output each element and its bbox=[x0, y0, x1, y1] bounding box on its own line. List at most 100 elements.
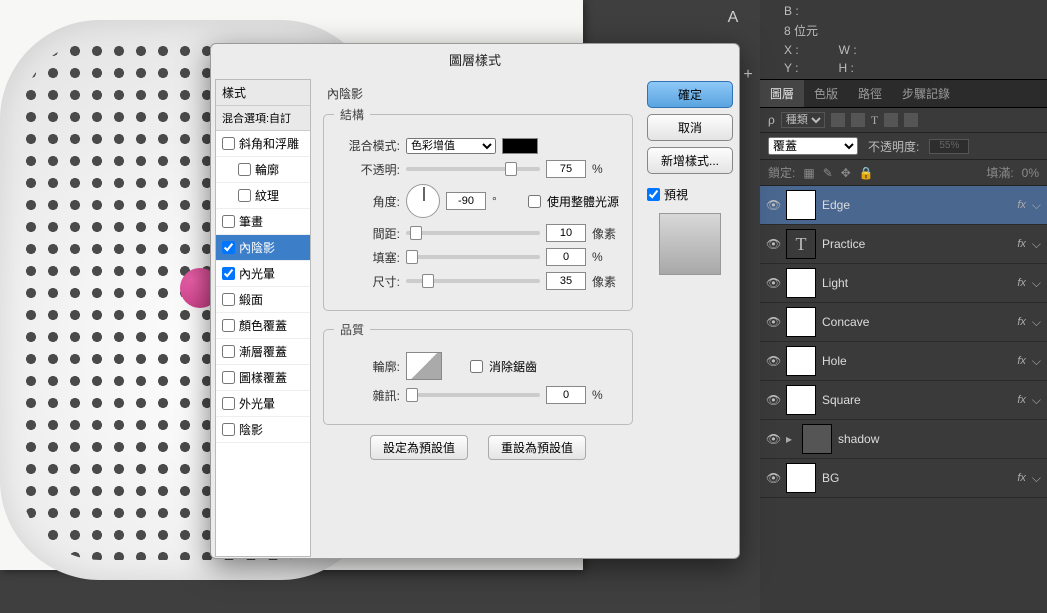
style-checkbox[interactable] bbox=[238, 163, 251, 176]
style-item-9[interactable]: 圖樣覆蓋 bbox=[216, 365, 310, 391]
dialog-title: 圖層樣式 bbox=[211, 44, 739, 75]
size-input[interactable] bbox=[546, 272, 586, 290]
layer-row[interactable]: 👁▸shadow bbox=[760, 420, 1047, 459]
noise-label: 雜訊: bbox=[334, 387, 400, 404]
layer-thumbnail bbox=[786, 385, 816, 415]
layer-filter-bar: ρ 種類 T bbox=[760, 108, 1047, 133]
global-light-checkbox[interactable] bbox=[528, 195, 541, 208]
expand-arrow-icon[interactable]: ▸ bbox=[786, 432, 796, 446]
style-item-1[interactable]: 輪廓 bbox=[216, 157, 310, 183]
style-item-5[interactable]: 內光暈 bbox=[216, 261, 310, 287]
noise-slider[interactable] bbox=[406, 393, 540, 397]
fx-expand-icon[interactable]: ⌵ bbox=[1032, 198, 1041, 213]
styles-header[interactable]: 樣式 bbox=[216, 80, 310, 106]
reset-default-button[interactable]: 重設為預設值 bbox=[488, 435, 586, 460]
style-checkbox[interactable] bbox=[222, 293, 235, 306]
visibility-icon[interactable]: 👁 bbox=[766, 315, 780, 329]
info-bits: 8 位元 bbox=[784, 22, 1035, 39]
visibility-icon[interactable]: 👁 bbox=[766, 237, 780, 251]
style-checkbox[interactable] bbox=[222, 137, 235, 150]
style-checkbox[interactable] bbox=[222, 319, 235, 332]
shadow-color-swatch[interactable] bbox=[502, 138, 538, 154]
contour-picker[interactable] bbox=[406, 352, 442, 380]
layer-thumbnail: T bbox=[786, 229, 816, 259]
style-item-3[interactable]: 筆畫 bbox=[216, 209, 310, 235]
layer-row[interactable]: 👁TPracticefx ⌵ bbox=[760, 225, 1047, 264]
style-checkbox[interactable] bbox=[222, 423, 235, 436]
noise-input[interactable] bbox=[546, 386, 586, 404]
style-item-8[interactable]: 漸層覆蓋 bbox=[216, 339, 310, 365]
lock-paint-icon[interactable]: ✎ bbox=[823, 166, 833, 180]
style-item-2[interactable]: 紋理 bbox=[216, 183, 310, 209]
layer-row[interactable]: 👁Edgefx ⌵ bbox=[760, 186, 1047, 225]
tab-layers[interactable]: 圖層 bbox=[760, 80, 804, 107]
choke-input[interactable] bbox=[546, 248, 586, 266]
fx-expand-icon[interactable]: ⌵ bbox=[1032, 315, 1041, 330]
filter-smart-icon[interactable] bbox=[904, 113, 918, 127]
lock-move-icon[interactable]: ✥ bbox=[841, 166, 851, 180]
style-item-11[interactable]: 陰影 bbox=[216, 417, 310, 443]
fill-value[interactable]: 0% bbox=[1022, 166, 1039, 180]
style-checkbox[interactable] bbox=[222, 215, 235, 228]
distance-input[interactable] bbox=[546, 224, 586, 242]
style-item-4[interactable]: 內陰影 bbox=[216, 235, 310, 261]
visibility-icon[interactable]: 👁 bbox=[766, 432, 780, 446]
style-checkbox[interactable] bbox=[222, 397, 235, 410]
antialias-checkbox[interactable] bbox=[470, 360, 483, 373]
fx-expand-icon[interactable]: ⌵ bbox=[1032, 276, 1041, 291]
fx-badge: fx bbox=[1017, 355, 1026, 367]
info-h: H : bbox=[838, 61, 853, 75]
tab-history[interactable]: 步驟記錄 bbox=[892, 80, 960, 107]
style-checkbox[interactable] bbox=[222, 371, 235, 384]
visibility-icon[interactable]: 👁 bbox=[766, 276, 780, 290]
angle-input[interactable] bbox=[446, 192, 486, 210]
blend-mode-dropdown[interactable]: 色彩增值 bbox=[406, 138, 496, 154]
style-checkbox[interactable] bbox=[222, 267, 235, 280]
cancel-button[interactable]: 取消 bbox=[647, 114, 733, 141]
blend-mode-select[interactable]: 覆蓋 bbox=[768, 137, 858, 155]
visibility-icon[interactable]: 👁 bbox=[766, 354, 780, 368]
set-default-button[interactable]: 設定為預設值 bbox=[370, 435, 468, 460]
layer-row[interactable]: 👁Squarefx ⌵ bbox=[760, 381, 1047, 420]
tab-channels[interactable]: 色版 bbox=[804, 80, 848, 107]
filter-shape-icon[interactable] bbox=[884, 113, 898, 127]
visibility-icon[interactable]: 👁 bbox=[766, 471, 780, 485]
size-slider[interactable] bbox=[406, 279, 540, 283]
tab-paths[interactable]: 路徑 bbox=[848, 80, 892, 107]
lock-trans-icon[interactable]: ▦ bbox=[803, 166, 814, 180]
style-item-0[interactable]: 斜角和浮雕 bbox=[216, 131, 310, 157]
fx-expand-icon[interactable]: ⌵ bbox=[1032, 393, 1041, 408]
layer-kind-select[interactable]: 種類 bbox=[781, 112, 825, 128]
layer-name: Concave bbox=[822, 315, 1011, 329]
filter-pixel-icon[interactable] bbox=[831, 113, 845, 127]
new-style-button[interactable]: 新增樣式... bbox=[647, 147, 733, 174]
style-item-7[interactable]: 顏色覆蓋 bbox=[216, 313, 310, 339]
layer-row[interactable]: 👁Concavefx ⌵ bbox=[760, 303, 1047, 342]
visibility-icon[interactable]: 👁 bbox=[766, 198, 780, 212]
angle-dial[interactable] bbox=[406, 184, 440, 218]
style-item-10[interactable]: 外光暈 bbox=[216, 391, 310, 417]
distance-slider[interactable] bbox=[406, 231, 540, 235]
blend-options-header[interactable]: 混合選項:自訂 bbox=[216, 106, 310, 131]
ok-button[interactable]: 確定 bbox=[647, 81, 733, 108]
fx-expand-icon[interactable]: ⌵ bbox=[1032, 471, 1041, 486]
style-item-6[interactable]: 緞面 bbox=[216, 287, 310, 313]
layer-row[interactable]: 👁Holefx ⌵ bbox=[760, 342, 1047, 381]
layer-row[interactable]: 👁BGfx ⌵ bbox=[760, 459, 1047, 498]
lock-all-icon[interactable]: 🔒 bbox=[859, 166, 874, 180]
fx-expand-icon[interactable]: ⌵ bbox=[1032, 237, 1041, 252]
style-checkbox[interactable] bbox=[222, 241, 235, 254]
style-checkbox[interactable] bbox=[238, 189, 251, 202]
visibility-icon[interactable]: 👁 bbox=[766, 393, 780, 407]
fx-expand-icon[interactable]: ⌵ bbox=[1032, 354, 1041, 369]
layer-row[interactable]: 👁Lightfx ⌵ bbox=[760, 264, 1047, 303]
opacity-slider[interactable] bbox=[406, 167, 540, 171]
style-checkbox[interactable] bbox=[222, 345, 235, 358]
global-light-label: 使用整體光源 bbox=[547, 193, 619, 210]
choke-slider[interactable] bbox=[406, 255, 540, 259]
filter-adjust-icon[interactable] bbox=[851, 113, 865, 127]
style-item-label: 斜角和浮雕 bbox=[239, 135, 299, 152]
opacity-input[interactable] bbox=[546, 160, 586, 178]
opacity-value[interactable]: 55% bbox=[929, 139, 969, 154]
preview-checkbox[interactable] bbox=[647, 188, 660, 201]
